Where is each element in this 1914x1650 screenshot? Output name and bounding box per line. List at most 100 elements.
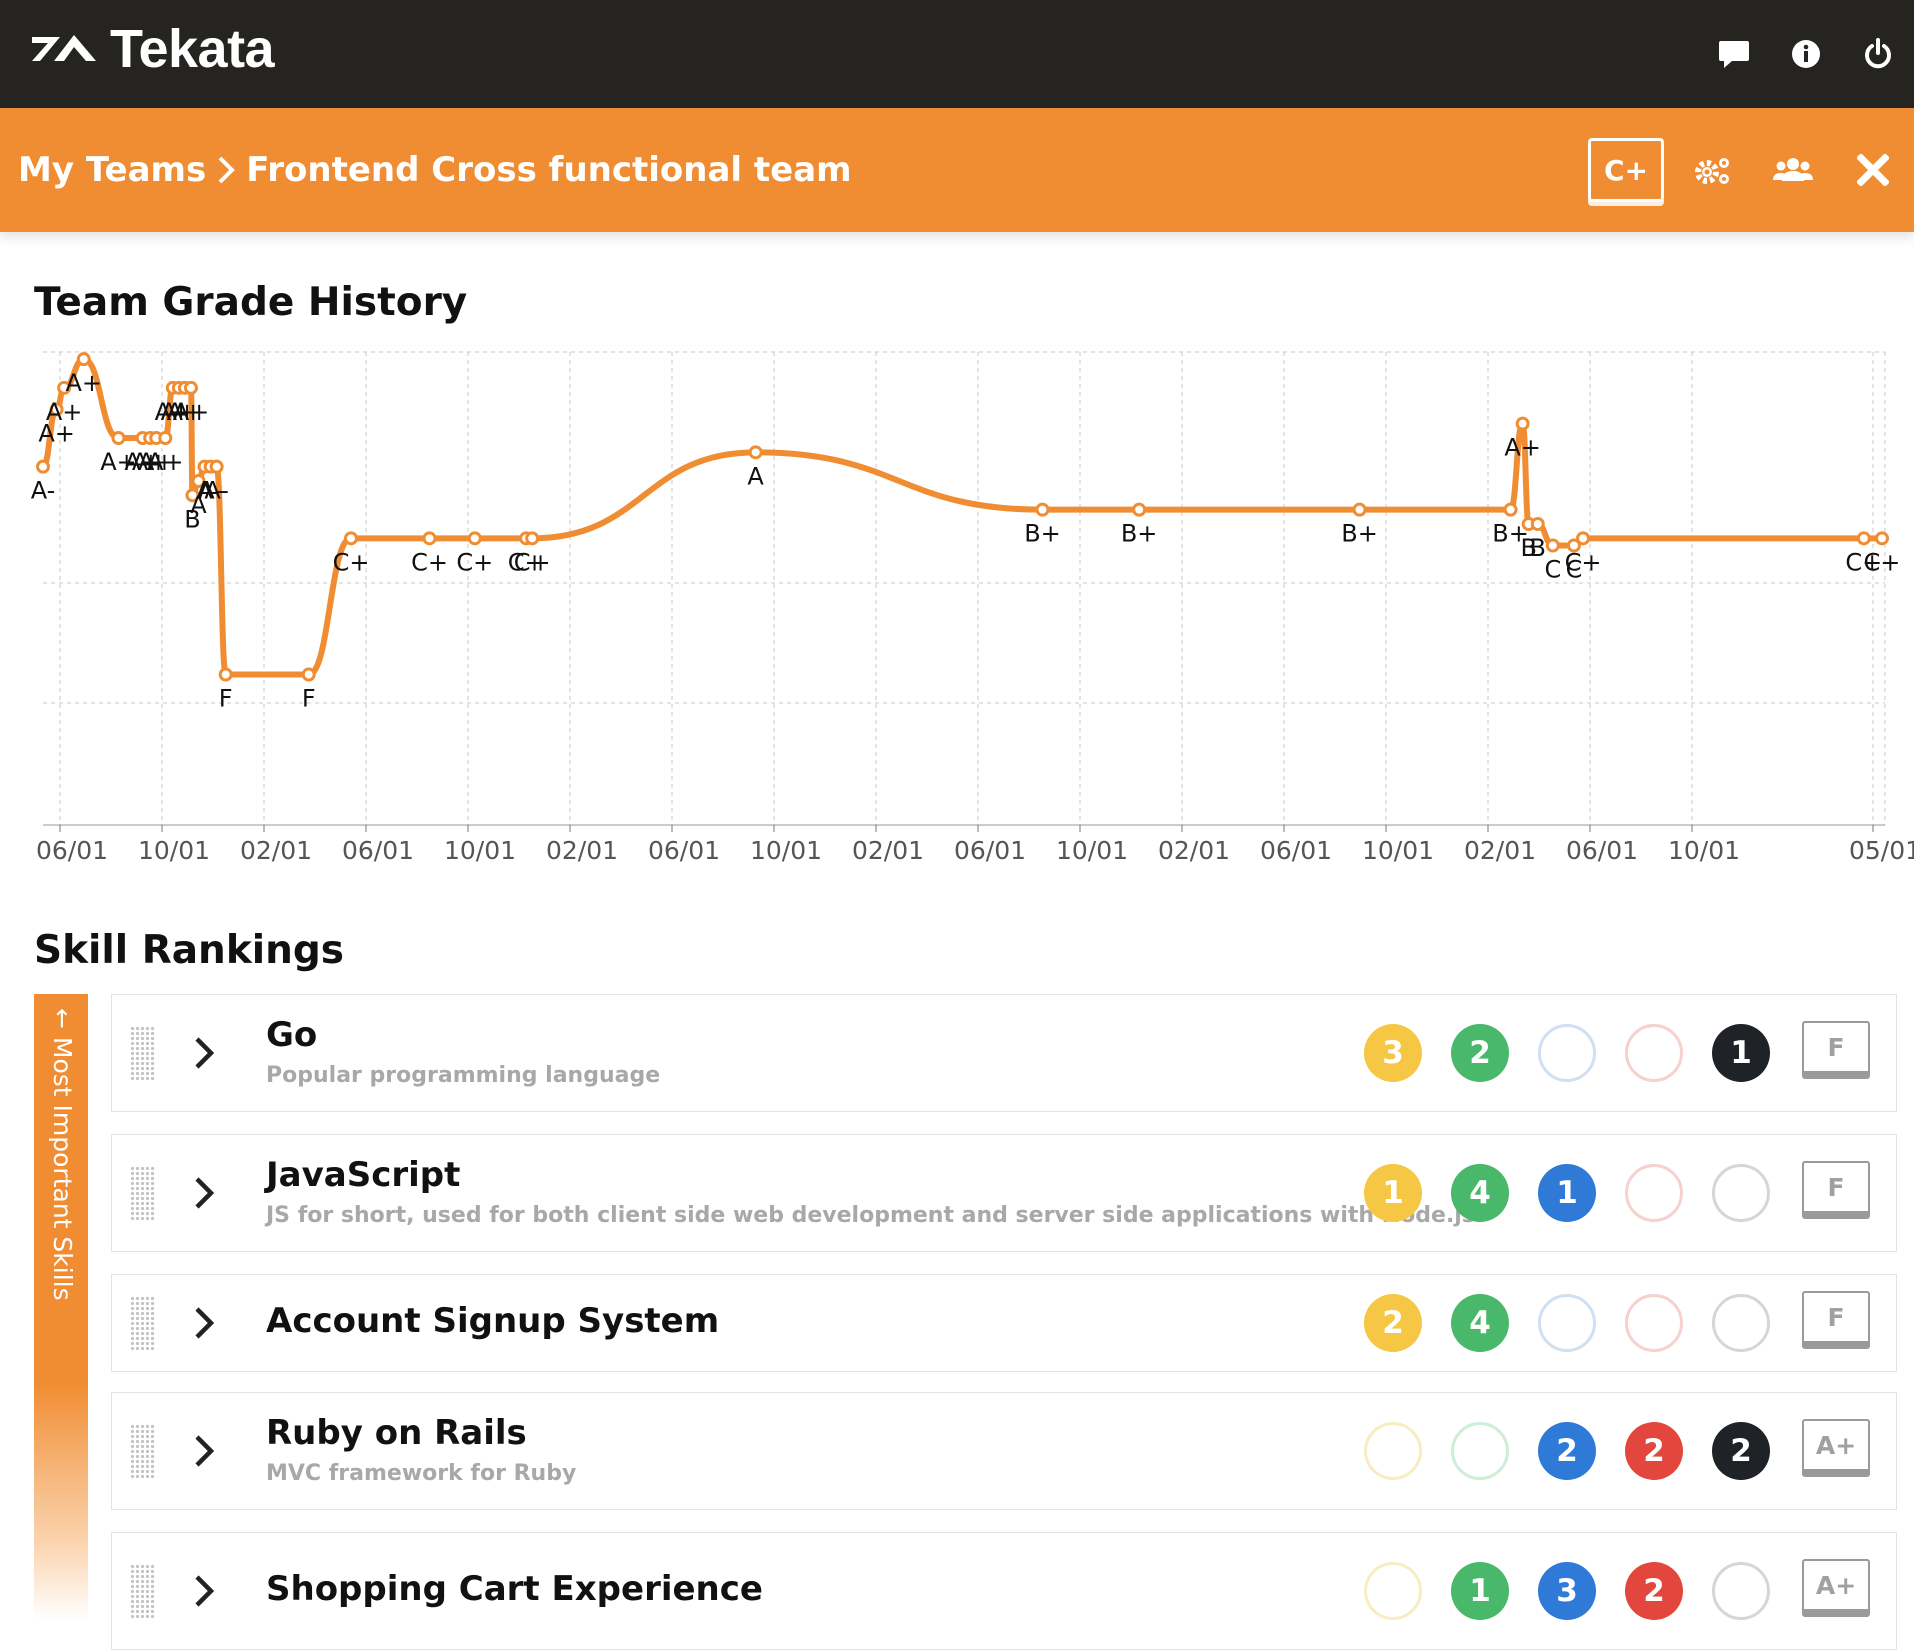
importance-rail: ← Most Important Skills [34,994,88,1620]
skill-name: Account Signup System [266,1301,720,1341]
x-tick-label: 06/01 [342,836,414,865]
grade-history-chart: 06/01 10/01 02/01 06/01 10/01 02/01 06/01 10/01… [0,340,1914,870]
skill-row[interactable]: Go Popular programming language 3 2 1 F [111,994,1897,1112]
skill-name: JavaScript [266,1155,461,1195]
rating-count-badge[interactable]: 4 [1451,1164,1509,1222]
data-point [525,531,540,546]
skill-name: Go [266,1015,318,1055]
rating-count-badge[interactable] [1364,1562,1422,1620]
rating-count-badge[interactable]: 1 [1712,1024,1770,1082]
skill-grade-badge[interactable]: F [1802,1021,1870,1079]
app-name: Tekata [110,19,275,79]
expand-chevron-icon[interactable] [190,1173,220,1213]
x-tick-label: 06/01 [36,836,108,865]
rating-count-badge[interactable] [1451,1422,1509,1480]
members-icon[interactable] [1762,139,1824,201]
data-point [344,531,359,546]
rating-count-badge[interactable]: 1 [1451,1562,1509,1620]
close-icon[interactable] [1842,139,1904,201]
rating-counts: 24 [1364,1294,1770,1352]
rankings-title: Skill Rankings [34,928,345,973]
rating-count-badge[interactable]: 1 [1364,1164,1422,1222]
expand-chevron-icon[interactable] [190,1571,220,1611]
x-tick-label: 10/01 [444,836,516,865]
data-point-label: C+ [514,548,551,576]
data-point [1132,502,1147,517]
skill-row[interactable]: JavaScript JS for short, used for both cl… [111,1134,1897,1252]
drag-handle-icon[interactable] [130,1026,156,1080]
data-point-label: A+ [65,369,102,397]
skill-description: Popular programming language [266,1063,661,1088]
team-grade-button[interactable]: C+ [1588,138,1664,202]
data-point [1515,416,1530,431]
x-tick-label: 06/01 [648,836,720,865]
grade-history-svg: 06/01 10/01 02/01 06/01 10/01 02/01 06/01 10/01… [31,351,1914,865]
drag-handle-icon[interactable] [130,1564,156,1618]
skill-row[interactable]: Account Signup System 2 4 F [111,1274,1897,1372]
x-tick-label: 02/01 [1158,836,1230,865]
rating-count-badge[interactable] [1712,1164,1770,1222]
skill-grade-badge[interactable]: A+ [1802,1419,1870,1477]
rating-count-badge[interactable] [1625,1164,1683,1222]
data-point-label: A+ [173,398,210,426]
chat-icon[interactable] [1698,0,1770,108]
data-point-label: B+ [1341,520,1378,548]
x-tick-label: 02/01 [240,836,312,865]
data-point-label: A+ [147,448,184,476]
power-icon[interactable] [1842,0,1914,108]
data-point [1874,531,1889,546]
rating-count-badge[interactable] [1712,1562,1770,1620]
settings-icon[interactable] [1682,139,1744,201]
data-point [76,352,91,367]
rating-count-badge[interactable]: 3 [1364,1024,1422,1082]
expand-chevron-icon[interactable] [190,1431,220,1471]
breadcrumb-current-team: Frontend Cross functional team [246,150,852,190]
rating-count-badge[interactable]: 2 [1364,1294,1422,1352]
x-tick-label: 10/01 [138,836,210,865]
expand-chevron-icon[interactable] [190,1033,220,1073]
rating-count-badge[interactable] [1364,1422,1422,1480]
breadcrumb: My Teams Frontend Cross functional team [18,108,852,232]
data-point [218,667,233,682]
info-icon[interactable] [1770,0,1842,108]
x-tick-label: 06/01 [1566,836,1638,865]
rating-count-badge[interactable] [1712,1294,1770,1352]
data-point [467,531,482,546]
data-point [183,380,198,395]
drag-handle-icon[interactable] [130,1166,156,1220]
rating-count-badge[interactable]: 2 [1712,1422,1770,1480]
rating-count-badge[interactable]: 2 [1625,1422,1683,1480]
brand[interactable]: Tekata [30,18,275,80]
rating-count-badge[interactable] [1625,1294,1683,1352]
skill-row[interactable]: Ruby on Rails MVC framework for Ruby 2 2 2 A+ [111,1392,1897,1510]
expand-chevron-icon[interactable] [190,1303,220,1343]
data-point-label: A [747,462,764,490]
data-point-label: F [219,685,233,713]
rating-count-badge[interactable]: 3 [1538,1562,1596,1620]
rating-count-badge[interactable]: 4 [1451,1294,1509,1352]
data-point [36,459,50,474]
rating-count-badge[interactable]: 2 [1538,1422,1596,1480]
x-tick-label: 02/01 [546,836,618,865]
skill-grade-badge[interactable]: A+ [1802,1559,1870,1617]
rating-count-badge[interactable]: 1 [1538,1164,1596,1222]
skill-name: Ruby on Rails [266,1413,527,1453]
skill-grade-badge[interactable]: F [1802,1161,1870,1219]
team-header-bar: My Teams Frontend Cross functional team … [0,108,1914,232]
rating-count-badge[interactable] [1538,1294,1596,1352]
skill-grade-badge[interactable]: F [1802,1291,1870,1349]
data-point [1856,531,1871,546]
series-line [40,356,1882,678]
rating-count-badge[interactable] [1538,1024,1596,1082]
skill-name: Shopping Cart Experience [266,1569,763,1609]
rating-count-badge[interactable]: 2 [1451,1024,1509,1082]
drag-handle-icon[interactable] [130,1424,156,1478]
breadcrumb-my-teams[interactable]: My Teams [18,150,206,190]
drag-handle-icon[interactable] [130,1296,156,1350]
rating-count-badge[interactable] [1625,1024,1683,1082]
skill-row[interactable]: Shopping Cart Experience 1 3 2 A+ [111,1532,1897,1650]
data-point [1545,538,1560,553]
rating-count-badge[interactable]: 2 [1625,1562,1683,1620]
data-point-label: F [302,685,316,713]
rating-counts: 32 1 [1364,1024,1770,1082]
